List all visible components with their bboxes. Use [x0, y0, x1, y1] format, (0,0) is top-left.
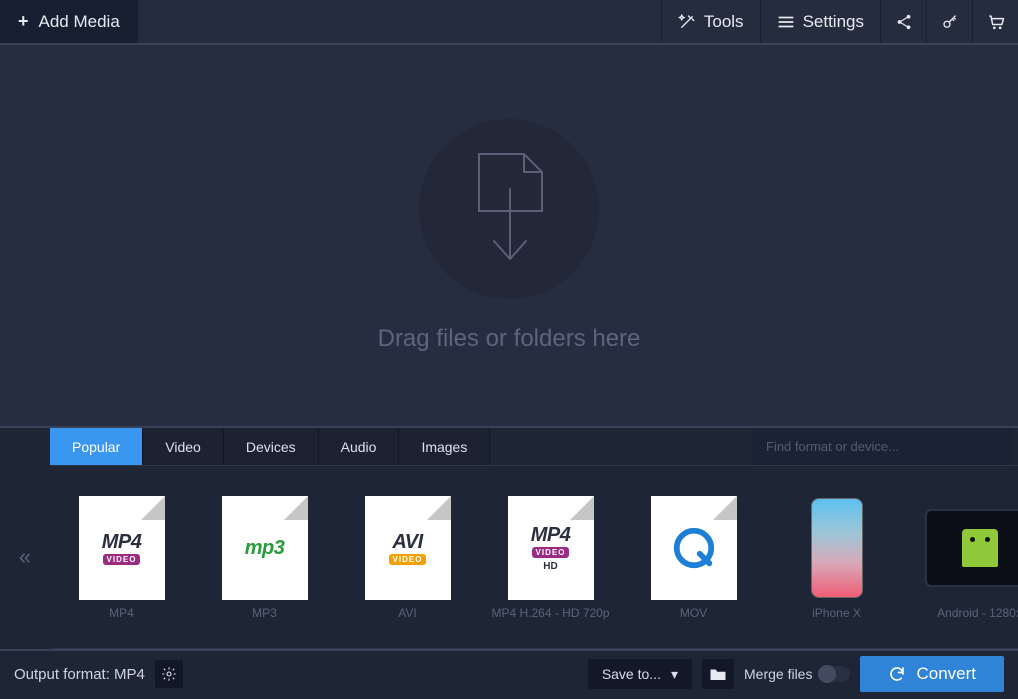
convert-label: Convert [916, 664, 976, 684]
plus-icon: + [18, 11, 29, 32]
key-icon [941, 13, 959, 31]
format-strip: « MP4 VIDEO MP4 mp3 MP3 AVI VIDEO AVI MP4 VIDEO HD… [0, 465, 1018, 651]
tools-label: Tools [704, 12, 744, 32]
folder-icon [709, 666, 727, 682]
hd-badge: HD [543, 561, 557, 572]
file-icon: MP4 VIDEO [79, 496, 165, 600]
key-button[interactable] [926, 0, 972, 43]
file-icon: MP4 VIDEO HD [508, 496, 594, 600]
open-folder-button[interactable] [702, 659, 734, 689]
cart-icon [986, 12, 1006, 32]
settings-button[interactable]: Settings [760, 0, 880, 43]
top-bar: + Add Media Tools Settings [0, 0, 1018, 45]
hamburger-icon [777, 13, 795, 31]
format-label: MOV [680, 606, 707, 620]
tablet-icon [925, 509, 1018, 587]
format-card[interactable]: mp3 MP3 [193, 472, 336, 644]
tab-popular[interactable]: Popular [50, 428, 143, 465]
refresh-icon [888, 665, 906, 683]
output-format-label: Output format: MP4 [14, 666, 145, 683]
search-placeholder: Find format or device... [766, 439, 899, 454]
bottom-bar: Output format: MP4 Save to... ▾ Merge fi… [0, 651, 1018, 697]
file-icon [651, 496, 737, 600]
format-label: Android - 1280x [937, 606, 1018, 620]
merge-label: Merge files [744, 666, 812, 682]
drop-zone[interactable]: Drag files or folders here [0, 45, 1018, 428]
format-label: AVI [398, 606, 416, 620]
format-card[interactable]: MP4 VIDEO MP4 [50, 472, 193, 644]
format-badge: mp3 [245, 538, 285, 558]
format-card[interactable]: Android - 1280x [908, 472, 1018, 644]
format-label: iPhone X [812, 606, 861, 620]
format-sub-badge: VIDEO [532, 547, 570, 558]
chevron-left-icon: « [19, 544, 31, 570]
tab-audio[interactable]: Audio [319, 428, 400, 465]
format-card[interactable]: MP4 VIDEO HD MP4 H.264 - HD 720p [479, 472, 622, 644]
file-icon: AVI VIDEO [365, 496, 451, 600]
search-input[interactable]: Find format or device... [752, 428, 1012, 465]
format-label: MP4 H.264 - HD 720p [491, 606, 609, 620]
tab-images[interactable]: Images [399, 428, 490, 465]
format-card[interactable]: MOV [622, 472, 765, 644]
format-badge: MP4 [531, 525, 571, 545]
format-sub-badge: VIDEO [103, 554, 141, 565]
phone-icon [811, 498, 863, 598]
format-card[interactable]: AVI VIDEO AVI [336, 472, 479, 644]
tools-button[interactable]: Tools [661, 0, 760, 43]
save-to-button[interactable]: Save to... ▾ [588, 659, 692, 689]
gear-icon [161, 666, 177, 682]
quicktime-icon [671, 525, 717, 571]
tab-devices[interactable]: Devices [224, 428, 319, 465]
file-download-icon [464, 149, 554, 269]
add-media-button[interactable]: + Add Media [0, 0, 138, 43]
drop-text: Drag files or folders here [378, 325, 641, 353]
drop-circle [419, 119, 599, 299]
android-icon [962, 529, 998, 567]
convert-button[interactable]: Convert [860, 656, 1004, 692]
file-icon: mp3 [222, 496, 308, 600]
format-label: MP4 [109, 606, 134, 620]
scroll-left-button[interactable]: « [0, 465, 50, 649]
format-card[interactable]: iPhone X [765, 472, 908, 644]
format-tabs: Popular Video Devices Audio Images Find … [50, 428, 1018, 465]
add-media-label: Add Media [39, 12, 120, 32]
output-settings-button[interactable] [155, 660, 183, 688]
share-icon [895, 13, 913, 31]
format-badge: AVI [392, 532, 422, 552]
format-badge: MP4 [102, 532, 142, 552]
save-to-label: Save to... [602, 666, 661, 682]
merge-files-toggle[interactable]: Merge files [744, 666, 850, 682]
magic-wand-icon [678, 13, 696, 31]
format-sub-badge: VIDEO [389, 554, 427, 565]
toggle-off-icon [818, 666, 850, 682]
share-button[interactable] [880, 0, 926, 43]
cart-button[interactable] [972, 0, 1018, 43]
chevron-down-icon: ▾ [671, 666, 678, 683]
format-label: MP3 [252, 606, 277, 620]
tab-video[interactable]: Video [143, 428, 224, 465]
settings-label: Settings [803, 12, 864, 32]
